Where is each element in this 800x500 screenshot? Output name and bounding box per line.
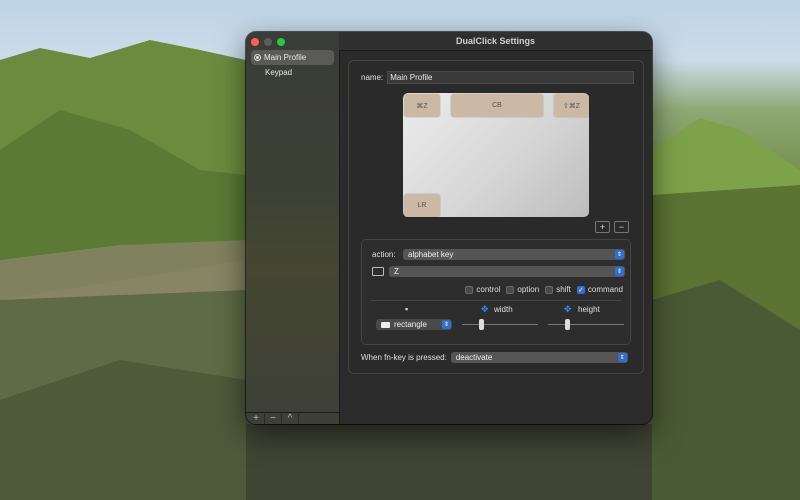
action-popup[interactable]: alphabet key ⇕	[403, 249, 625, 260]
sidebar-item-keypad[interactable]: Keypad	[251, 65, 334, 80]
rectangle-icon	[381, 321, 390, 328]
remove-profile-button[interactable]: −	[265, 413, 282, 424]
keyboard-icon	[372, 267, 384, 276]
minimize-button[interactable]	[264, 38, 272, 46]
add-key-button[interactable]: +	[595, 221, 610, 233]
width-slider-knob[interactable]	[479, 319, 484, 330]
shift-label: shift	[556, 285, 571, 294]
shift-checkbox[interactable]: shift	[545, 285, 571, 294]
options-chevron-button[interactable]: ^	[282, 413, 299, 424]
preview-key[interactable]: ⌘Z	[404, 94, 440, 117]
sidebar-item-label: Keypad	[265, 68, 293, 77]
window-title: DualClick Settings	[455, 36, 536, 46]
action-section: action: alphabet key ⇕ Z ⇕ control optio…	[361, 239, 631, 345]
profile-panel: name: Main Profile ⌘Z CB ⇧⌘Z LR + − acti…	[348, 60, 644, 374]
command-label: command	[587, 285, 623, 294]
name-row: name: Main Profile	[361, 71, 635, 84]
fn-popup[interactable]: deactivate ⇕	[450, 352, 628, 363]
shape-icon: ▪	[405, 304, 409, 314]
traffic-lights	[251, 38, 285, 46]
popup-arrows-icon: ⇕	[617, 353, 627, 362]
action-label: action:	[372, 250, 396, 259]
control-label: control	[476, 285, 501, 294]
action-popup-value: alphabet key	[408, 250, 454, 259]
remove-key-button[interactable]: −	[614, 221, 629, 233]
height-label: height	[578, 305, 600, 314]
preview-key[interactable]: LR	[404, 194, 440, 217]
settings-window: Main Profile Keypad + − ^ DualClick Sett…	[246, 32, 652, 424]
width-label: width	[494, 305, 513, 314]
option-label: option	[517, 285, 540, 294]
option-checkbox[interactable]: option	[506, 285, 539, 294]
key-add-remove: + −	[595, 221, 629, 233]
command-checkbox[interactable]: ✓ command	[576, 285, 623, 294]
popup-arrows-icon: ⇕	[615, 250, 624, 259]
radio-dot-icon	[254, 54, 261, 61]
height-icon: ✥	[564, 304, 572, 314]
close-button[interactable]	[251, 38, 259, 46]
popup-arrows-icon: ⇕	[442, 320, 451, 329]
popup-arrows-icon: ⇕	[615, 267, 624, 276]
preview-key[interactable]: ⇧⌘Z	[554, 94, 589, 117]
zoom-button[interactable]	[277, 38, 285, 46]
sidebar: Main Profile Keypad + − ^	[246, 32, 340, 424]
divider	[370, 300, 622, 301]
fn-row: When fn-key is pressed: deactivate ⇕	[361, 352, 628, 363]
height-slider-knob[interactable]	[565, 319, 570, 330]
key-popup-value: Z	[394, 267, 399, 276]
fn-label: When fn-key is pressed:	[361, 353, 447, 362]
width-icon: ✥	[481, 304, 489, 314]
width-slider[interactable]	[462, 319, 538, 330]
shape-popup-value: rectangle	[394, 320, 427, 329]
sidebar-item-label: Main Profile	[264, 53, 307, 62]
name-label: name:	[361, 73, 384, 82]
add-profile-button[interactable]: +	[248, 413, 265, 424]
modifier-checkboxes: control option shift ✓ command	[465, 285, 623, 294]
control-checkbox[interactable]: control	[465, 285, 500, 294]
key-preview-area[interactable]: ⌘Z CB ⇧⌘Z LR	[403, 93, 589, 217]
key-popup[interactable]: Z ⇕	[389, 266, 625, 277]
sidebar-footer: + − ^	[246, 412, 339, 424]
name-field[interactable]: Main Profile	[387, 71, 635, 84]
profile-list: Main Profile Keypad	[251, 50, 334, 80]
titlebar: DualClick Settings	[339, 32, 652, 51]
preview-key[interactable]: CB	[451, 94, 543, 117]
sidebar-item-main-profile[interactable]: Main Profile	[251, 50, 334, 65]
shape-popup[interactable]: rectangle ⇕	[376, 319, 452, 330]
height-slider[interactable]	[548, 319, 624, 330]
fn-popup-value: deactivate	[455, 353, 493, 362]
